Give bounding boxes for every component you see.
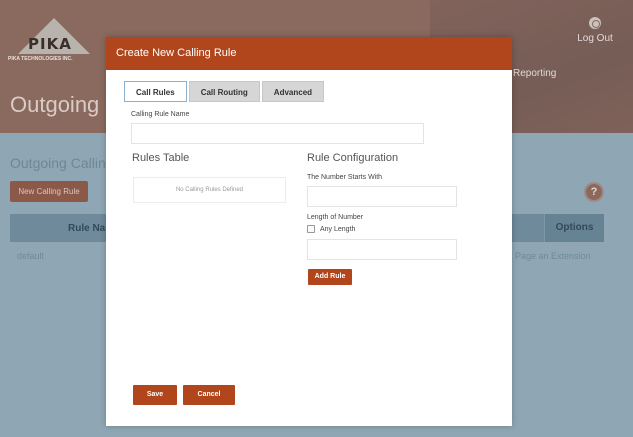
tab-call-routing[interactable]: Call Routing	[188, 81, 260, 102]
length-of-number-label: Length of Number	[307, 214, 364, 221]
table-row-action: Page an Extension	[515, 251, 591, 261]
any-length-checkbox[interactable]	[307, 225, 315, 233]
power-icon	[589, 17, 601, 29]
rule-configuration-title: Rule Configuration	[307, 152, 399, 164]
logo-wordmark: PIKA	[28, 35, 72, 53]
logout-button[interactable]: Log Out	[575, 17, 615, 44]
help-icon[interactable]: ?	[584, 182, 604, 202]
dialog-tabs: Call Rules Call Routing Advanced	[124, 81, 326, 102]
add-rule-button[interactable]: Add Rule	[308, 269, 352, 285]
calling-rule-name-input[interactable]	[131, 123, 424, 144]
logo-tagline: PIKA TECHNOLOGIES INC.	[8, 56, 73, 62]
starts-with-label: The Number Starts With	[307, 174, 383, 181]
dialog-title: Create New Calling Rule	[106, 37, 512, 70]
column-options: Options	[544, 214, 604, 242]
save-button[interactable]: Save	[133, 385, 177, 405]
tab-call-rules[interactable]: Call Rules	[124, 81, 187, 102]
tab-advanced[interactable]: Advanced	[261, 81, 325, 102]
table-row-name[interactable]: default	[17, 251, 44, 261]
calling-rule-name-label: Calling Rule Name	[131, 111, 190, 118]
cancel-button[interactable]: Cancel	[183, 385, 235, 405]
nav-reporting[interactable]: Reporting	[513, 68, 556, 79]
page-title: Outgoing C	[10, 92, 122, 117]
pika-logo[interactable]: PIKA PIKA TECHNOLOGIES INC.	[8, 18, 98, 68]
section-title: Outgoing Calling	[10, 155, 114, 171]
length-input[interactable]	[307, 239, 457, 260]
starts-with-input[interactable]	[307, 186, 457, 207]
rules-table-empty: No Calling Rules Defined	[133, 177, 286, 203]
logout-label: Log Out	[577, 33, 613, 44]
rules-table-title: Rules Table	[132, 152, 190, 164]
any-length-label: Any Length	[320, 225, 356, 233]
create-calling-rule-dialog: Create New Calling Rule Call Rules Call …	[106, 37, 512, 426]
any-length-option[interactable]: Any Length	[307, 225, 355, 233]
new-calling-rule-button[interactable]: New Calling Rule	[10, 181, 88, 202]
